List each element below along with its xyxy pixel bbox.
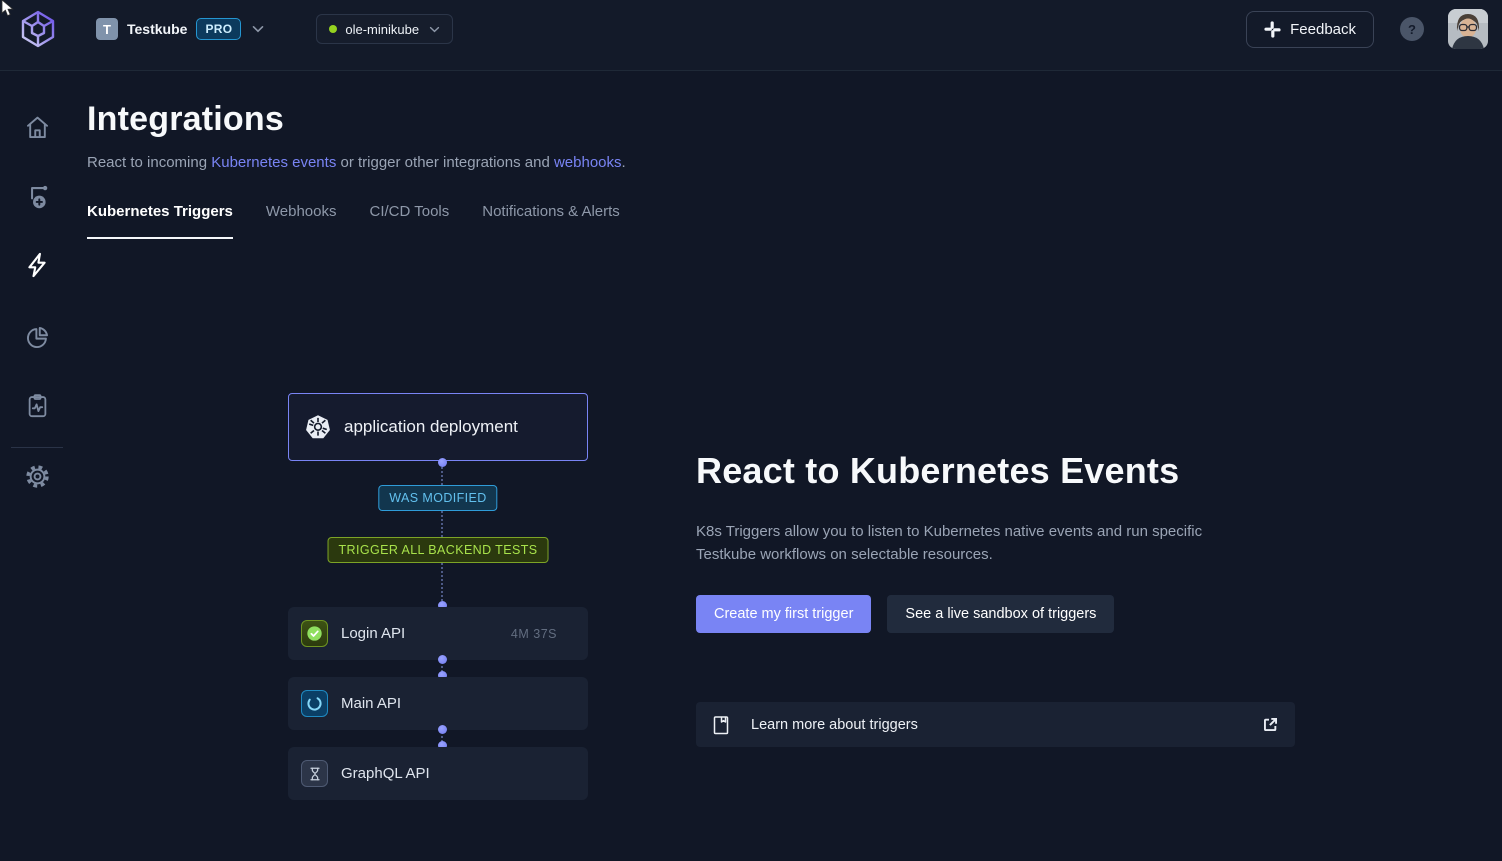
test-card-main-api[interactable]: Main API bbox=[288, 677, 588, 730]
environment-name: ole-minikube bbox=[345, 22, 419, 37]
connector-dot bbox=[438, 458, 447, 467]
create-first-trigger-button[interactable]: Create my first trigger bbox=[696, 595, 871, 633]
org-switcher[interactable]: T Testkube PRO bbox=[96, 18, 264, 40]
question-mark-icon: ? bbox=[1408, 22, 1416, 37]
test-card-login-api[interactable]: Login API 4M 37S bbox=[288, 607, 588, 660]
tab-kubernetes-triggers[interactable]: Kubernetes Triggers bbox=[87, 203, 233, 239]
test-card-graphql-api[interactable]: GraphQL API bbox=[288, 747, 588, 800]
status-running-spinner-icon bbox=[301, 690, 328, 717]
kubernetes-events-link[interactable]: Kubernetes events bbox=[211, 154, 336, 171]
sidebar-item-insights[interactable] bbox=[23, 323, 51, 351]
live-sandbox-button[interactable]: See a live sandbox of triggers bbox=[887, 595, 1114, 633]
description-text: . bbox=[622, 154, 626, 171]
learn-more-link-bar[interactable]: Learn more about triggers bbox=[696, 702, 1295, 747]
org-avatar: T bbox=[96, 18, 118, 40]
learn-more-label: Learn more about triggers bbox=[751, 717, 1262, 733]
org-name: Testkube bbox=[127, 21, 187, 37]
feedback-label: Feedback bbox=[1290, 21, 1356, 38]
trigger-flow-diagram: application deployment WAS MODIFIED TRIG… bbox=[288, 393, 588, 803]
panel-description: K8s Triggers allow you to listen to Kube… bbox=[696, 520, 1241, 567]
chevron-down-icon bbox=[252, 25, 264, 33]
test-name: Main API bbox=[341, 695, 544, 712]
event-source-box: application deployment bbox=[288, 393, 588, 461]
sidebar-item-triggers[interactable] bbox=[23, 251, 51, 279]
sidebar-divider bbox=[11, 447, 63, 448]
slack-icon bbox=[1264, 21, 1281, 38]
status-passed-icon bbox=[301, 620, 328, 647]
home-icon bbox=[24, 114, 51, 141]
test-name: Login API bbox=[341, 625, 498, 642]
connector-dot bbox=[438, 655, 447, 664]
page-title: Integrations bbox=[87, 100, 284, 139]
external-link-icon bbox=[1262, 716, 1279, 733]
tab-webhooks[interactable]: Webhooks bbox=[266, 203, 337, 239]
connector-dot bbox=[438, 725, 447, 734]
action-badge: TRIGGER ALL BACKEND TESTS bbox=[328, 537, 549, 563]
testkube-logo-icon[interactable] bbox=[16, 7, 60, 51]
top-header: T Testkube PRO ole-minikube bbox=[0, 0, 1502, 71]
app-window: T Testkube PRO ole-minikube bbox=[0, 0, 1502, 861]
sidebar-item-dashboard[interactable] bbox=[23, 113, 51, 141]
triggers-intro-panel: React to Kubernetes Events K8s Triggers … bbox=[696, 450, 1256, 633]
kubernetes-icon bbox=[305, 414, 331, 440]
test-name: GraphQL API bbox=[341, 765, 544, 782]
webhooks-link[interactable]: webhooks bbox=[554, 154, 622, 171]
environment-selector[interactable]: ole-minikube bbox=[316, 14, 453, 44]
feedback-button[interactable]: Feedback bbox=[1246, 11, 1374, 48]
triggers-bolt-icon bbox=[23, 251, 51, 279]
sidebar-item-test-executions[interactable] bbox=[23, 391, 51, 419]
settings-gear-icon bbox=[24, 463, 51, 490]
sidebar-item-settings[interactable] bbox=[23, 462, 51, 490]
description-text: React to incoming bbox=[87, 154, 211, 171]
status-queued-hourglass-icon bbox=[301, 760, 328, 787]
sidebar-nav bbox=[0, 71, 74, 861]
test-sources-icon bbox=[23, 182, 52, 211]
page-description: React to incoming Kubernetes events or t… bbox=[87, 154, 626, 171]
test-duration: 4M 37S bbox=[511, 627, 557, 641]
user-avatar[interactable] bbox=[1448, 9, 1488, 49]
chevron-down-icon bbox=[429, 26, 440, 33]
tab-bar: Kubernetes Triggers Webhooks CI/CD Tools… bbox=[87, 203, 620, 239]
help-button[interactable]: ? bbox=[1400, 17, 1424, 41]
description-text: or trigger other integrations and bbox=[336, 154, 554, 171]
env-status-dot bbox=[329, 25, 337, 33]
event-source-label: application deployment bbox=[344, 417, 518, 437]
test-executions-icon bbox=[24, 392, 51, 419]
tab-cicd-tools[interactable]: CI/CD Tools bbox=[370, 203, 450, 239]
condition-badge: WAS MODIFIED bbox=[378, 485, 497, 511]
panel-heading: React to Kubernetes Events bbox=[696, 450, 1256, 492]
sidebar-item-test-sources[interactable] bbox=[23, 182, 51, 210]
plan-badge: PRO bbox=[196, 18, 241, 40]
tab-notifications-alerts[interactable]: Notifications & Alerts bbox=[482, 203, 620, 239]
insights-pie-icon bbox=[24, 324, 51, 351]
book-icon bbox=[712, 715, 730, 735]
